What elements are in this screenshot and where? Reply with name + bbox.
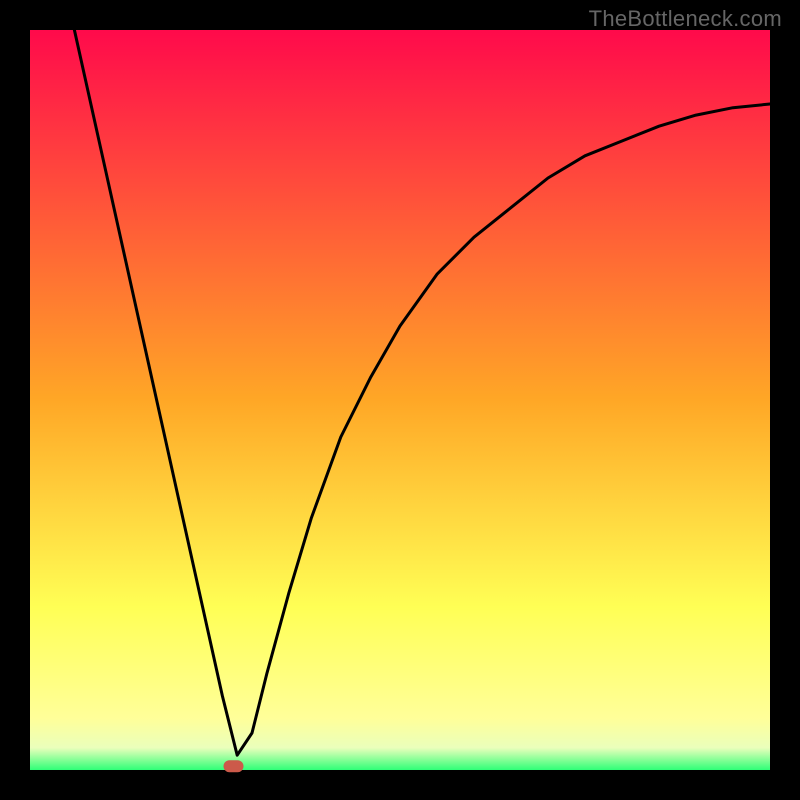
chart-container: TheBottleneck.com xyxy=(0,0,800,800)
chart-background xyxy=(30,30,770,770)
bottleneck-chart xyxy=(0,0,800,800)
marker-optimal-point xyxy=(224,760,244,772)
watermark-text: TheBottleneck.com xyxy=(589,6,782,32)
